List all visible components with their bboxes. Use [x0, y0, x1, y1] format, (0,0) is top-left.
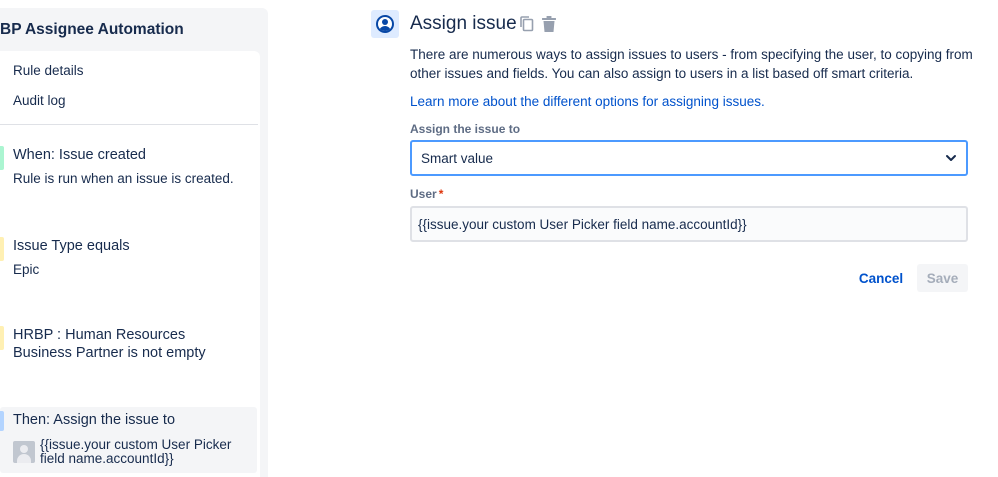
trash-icon[interactable] [541, 15, 557, 33]
step-title-line2: Business Partner is not empty [13, 345, 206, 361]
step-description: Rule is run when an issue is created. [13, 171, 234, 186]
assign-select-value: Smart value [421, 151, 494, 166]
user-field-label: User * [410, 187, 444, 201]
user-smart-value-input[interactable] [410, 206, 968, 242]
save-button[interactable]: Save [917, 264, 968, 292]
step-color-bar [0, 326, 4, 350]
step-title: HRBP : Human Resources [13, 327, 186, 343]
step-color-bar [0, 237, 4, 261]
step-title: Issue Type equals [13, 238, 130, 254]
cancel-button[interactable]: Cancel [849, 264, 913, 292]
sidebar-item-audit-log[interactable]: Audit log [13, 93, 66, 108]
rule-step-action-assign[interactable]: Then: Assign the issue to {{issue.your c… [0, 407, 257, 473]
action-description: There are numerous ways to assign issues… [410, 47, 973, 81]
rule-step-condition-hrbp[interactable]: HRBP : Human Resources Business Partner … [0, 326, 258, 374]
learn-more-link[interactable]: Learn more about the different options f… [410, 94, 765, 109]
rule-title: BP Assignee Automation [0, 21, 184, 38]
step-color-bar [0, 411, 4, 431]
nav-divider [0, 124, 258, 125]
required-marker: * [438, 187, 444, 201]
user-circle-icon [371, 10, 399, 38]
step-title: Then: Assign the issue to [13, 412, 176, 428]
step-description: Epic [13, 262, 40, 277]
avatar-placeholder-icon [13, 441, 35, 463]
step-color-bar [0, 146, 4, 170]
copy-icon[interactable] [519, 15, 535, 33]
sidebar-item-rule-details[interactable]: Rule details [13, 63, 84, 78]
step-title: When: Issue created [13, 147, 146, 163]
chevron-down-icon [946, 155, 956, 161]
step-description: {{issue.your custom User Picker field na… [40, 437, 232, 466]
rule-sidebar: BP Assignee Automation Rule details Audi… [0, 8, 268, 477]
rule-step-condition-issue-type[interactable]: Issue Type equals Epic [0, 237, 258, 285]
rule-step-trigger[interactable]: When: Issue created Rule is run when an … [0, 146, 258, 194]
assign-select[interactable]: Smart value [410, 140, 968, 176]
page-title: Assign issue [410, 13, 517, 34]
assign-field-label: Assign the issue to [410, 122, 521, 136]
